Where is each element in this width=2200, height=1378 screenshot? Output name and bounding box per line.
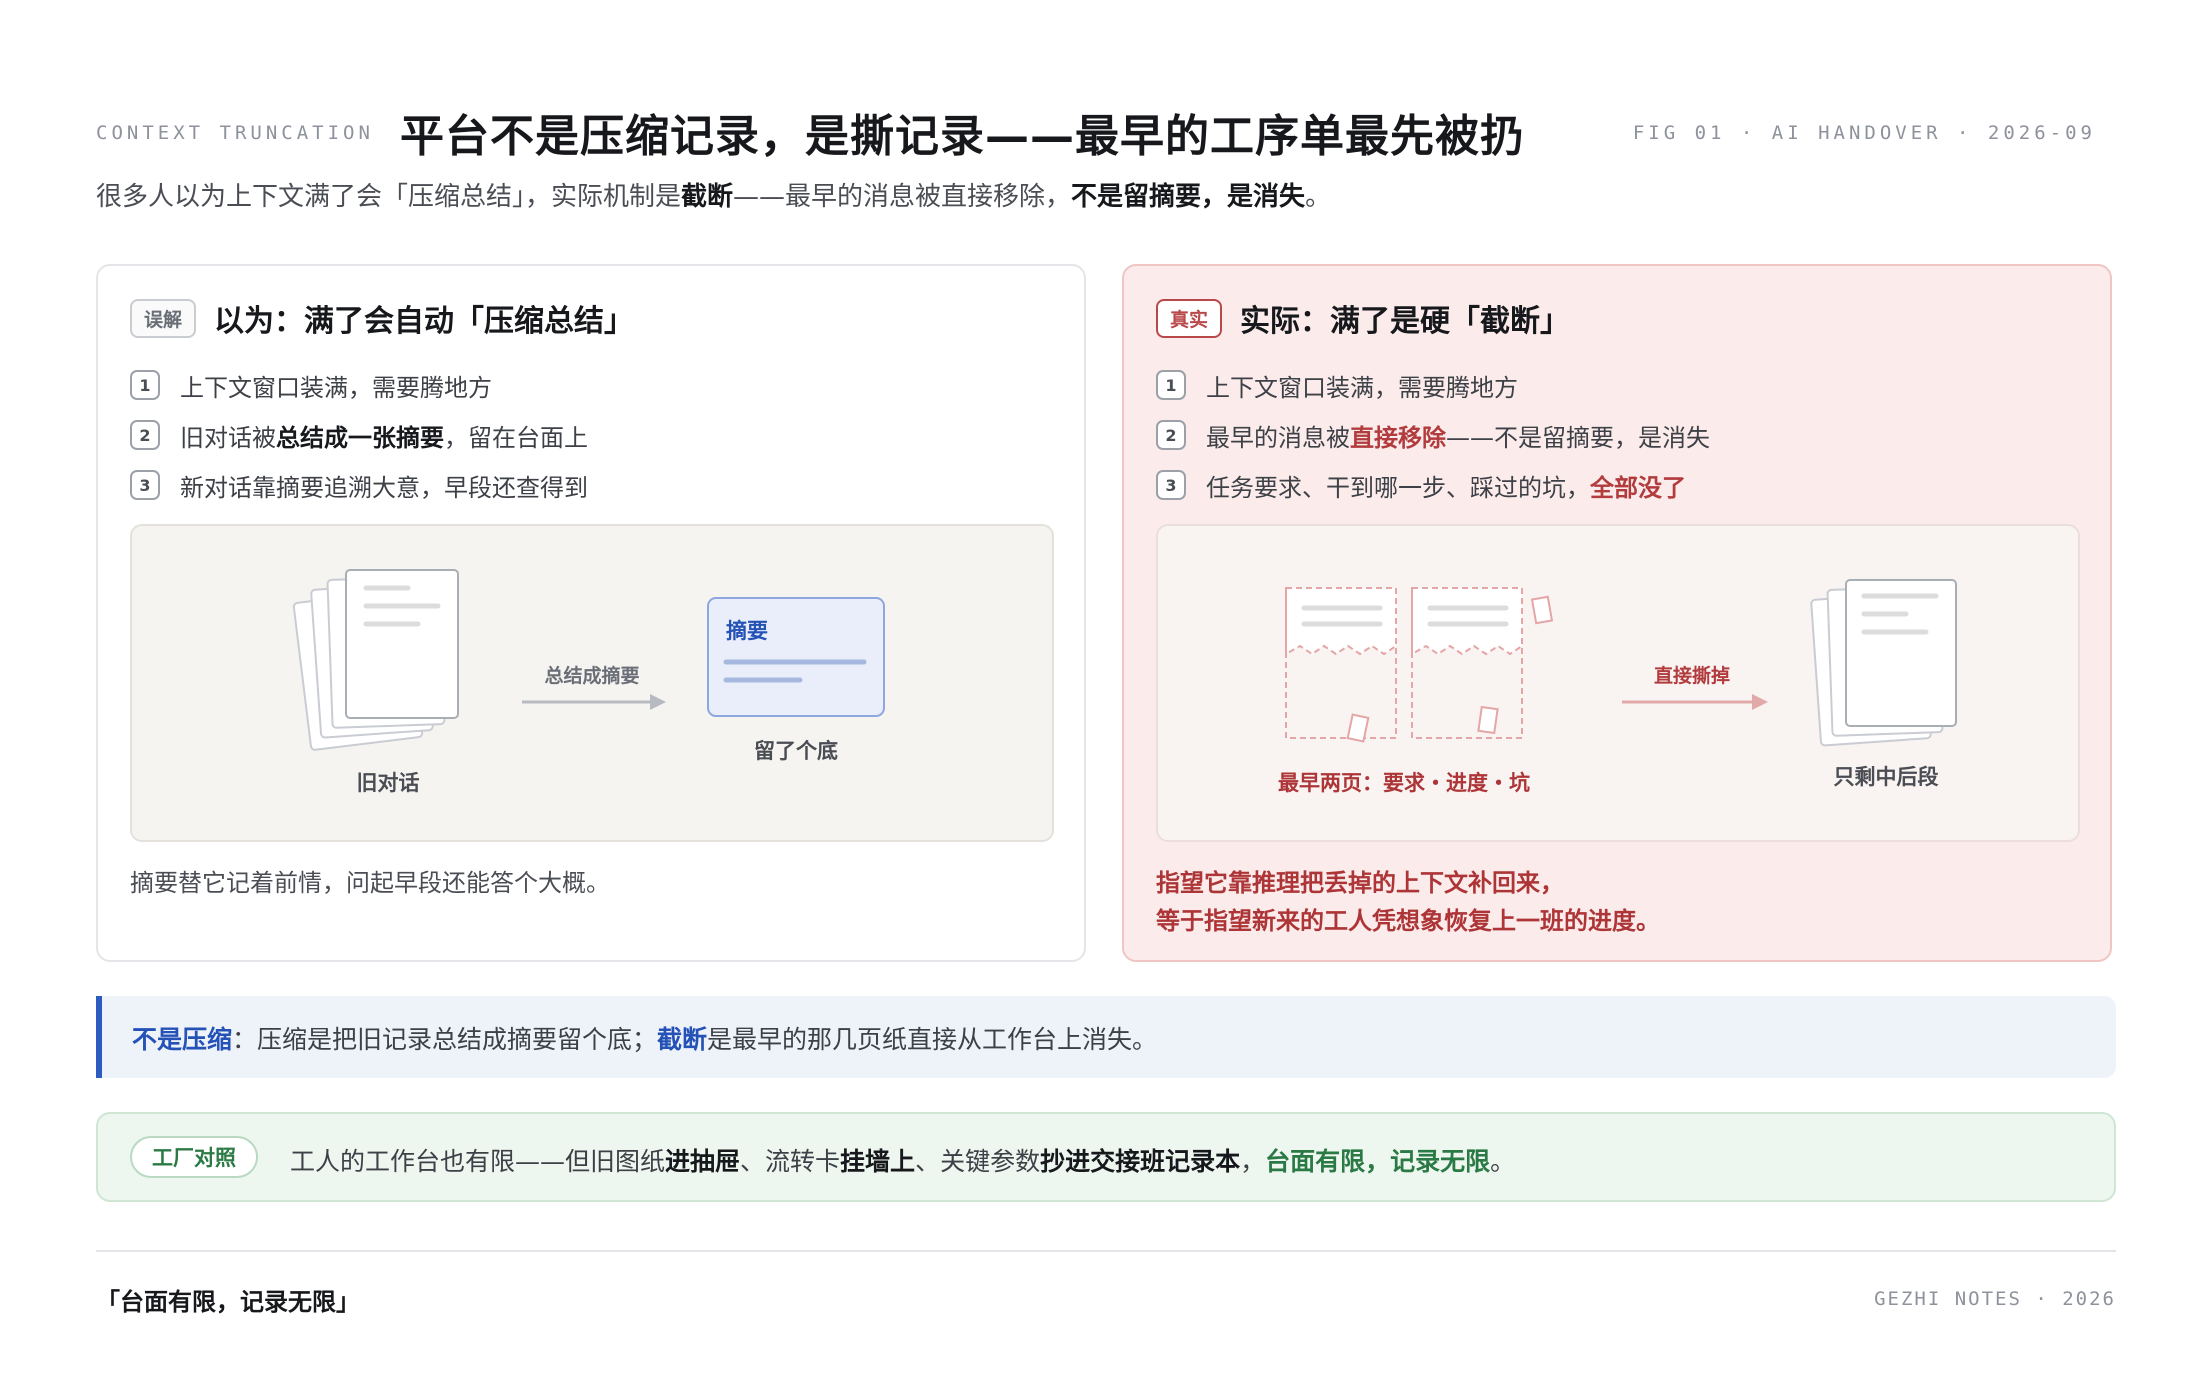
torn-page-icon [1285, 587, 1397, 743]
footer-motto: 「台面有限，记录无限」 [96, 1288, 360, 1316]
reality-tag: 真实 [1156, 298, 1223, 338]
callout-part: 是最早的那几页纸直接从工作台上消失。 [707, 1025, 1158, 1054]
step-text: 任务要求、干到哪一步、踩过的坑，全部没了 [1206, 468, 1686, 503]
factory-part: 、流转卡 [740, 1147, 841, 1176]
panel-note: 指望它靠推理把丢掉的上下文补回来， 等于指望新来的工人凭想象恢复上一班的进度。 [1156, 864, 1660, 940]
summary-card-icon [707, 597, 885, 717]
header: CONTEXT TRUNCATION 平台不是压缩记录，是撕记录——最早的工序单… [96, 100, 2096, 162]
note-line: 指望它靠推理把丢掉的上下文补回来， [1156, 869, 1564, 897]
panel-header: 误解 以为：满了会自动「压缩总结」 [130, 298, 635, 339]
step-text-bold: 全部没了 [1590, 473, 1686, 502]
factory-part: 、关键参数 [915, 1147, 1041, 1176]
step-number: 2 [1156, 420, 1186, 450]
old-conversation-stack-icon [292, 569, 459, 751]
torn-pages-label: 最早两页：要求・进度・坑 [1278, 771, 1530, 795]
step-text-bold: 总结成一张摘要 [276, 423, 444, 452]
figure-code: FIG 01 · AI HANDOVER · 2026-09 [1632, 122, 2096, 144]
factory-highlight: 台面有限，记录无限 [1265, 1147, 1491, 1176]
factory-bold: 挂墙上 [840, 1147, 916, 1176]
subtitle-part: 很多人以为上下文满了会「压缩总结」，实际机制是 [96, 182, 682, 212]
subtitle-bold: 截断 [681, 182, 734, 212]
step-number: 3 [130, 470, 160, 500]
reality-panel: 真实 实际：满了是硬「截断」 1 上下文窗口装满，需要腾地方 2 最早的消息被直… [1122, 264, 2112, 962]
step-text: 新对话靠摘要追溯大意，早段还查得到 [180, 473, 588, 502]
step-item: 3 新对话靠摘要追溯大意，早段还查得到 [130, 460, 588, 510]
factory-analogy-callout: 工厂对照 工人的工作台也有限——但旧图纸进抽屉、流转卡挂墙上、关键参数抄进交接班… [96, 1112, 2116, 1202]
arrow-right-icon [522, 694, 666, 710]
factory-part: 。 [1490, 1147, 1516, 1176]
factory-text: 工人的工作台也有限——但旧图纸进抽屉、流转卡挂墙上、关键参数抄进交接班记录本，台… [290, 1142, 1515, 1178]
factory-part: 工人的工作台也有限——但旧图纸 [290, 1147, 666, 1176]
compression-illustration: 旧对话 总结成摘要 摘要 留了个底 [130, 524, 1054, 842]
torn-page-icon [1411, 587, 1554, 739]
summary-card-label: 留了个底 [754, 739, 838, 763]
arrow-label: 直接撕掉 [1654, 664, 1730, 687]
page-title: 平台不是压缩记录，是撕记录——最早的工序单最先被扔 [400, 111, 1525, 162]
step-number: 2 [130, 420, 160, 450]
subtitle-bold: 不是留摘要，是消失 [1071, 182, 1306, 212]
subtitle-part: 。 [1305, 182, 1332, 212]
misconception-tag: 误解 [130, 298, 197, 338]
callout-bold: 不是压缩 [132, 1025, 233, 1054]
panel-header: 真实 实际：满了是硬「截断」 [1156, 298, 1571, 339]
callout-part: ：压缩是把旧记录总结成摘要留个底； [232, 1025, 658, 1054]
truncation-illustration: 最早两页：要求・进度・坑 直接撕掉 只剩中后段 [1156, 524, 2080, 842]
step-text-post: ——不是留摘要，是消失 [1446, 423, 1710, 452]
note-line: 等于指望新来的工人凭想象恢复上一班的进度。 [1156, 907, 1660, 935]
subtitle-part: ——最早的消息被直接移除， [733, 182, 1072, 212]
truncation-diagram: 最早两页：要求・进度・坑 直接撕掉 只剩中后段 [1278, 579, 1957, 795]
remaining-pages-label: 只剩中后段 [1834, 765, 1939, 789]
step-text: 旧对话被总结成一张摘要，留在台面上 [180, 418, 588, 453]
step-text-bold: 直接移除 [1350, 423, 1446, 452]
page-subtitle: 很多人以为上下文满了会「压缩总结」，实际机制是截断——最早的消息被直接移除，不是… [96, 176, 1331, 213]
step-text: 最早的消息被直接移除——不是留摘要，是消失 [1206, 418, 1710, 453]
factory-bold: 进抽屉 [665, 1147, 741, 1176]
factory-bold: 抄进交接班记录本 [1040, 1147, 1241, 1176]
step-item: 2 旧对话被总结成一张摘要，留在台面上 [130, 410, 588, 460]
remaining-pages-stack-icon [1810, 579, 1957, 747]
step-item: 3 任务要求、干到哪一步、踩过的坑，全部没了 [1156, 460, 1710, 510]
step-number: 1 [130, 370, 160, 400]
step-item: 1 上下文窗口装满，需要腾地方 [1156, 360, 1710, 410]
arrow-right-icon [1622, 694, 1768, 710]
step-list: 1 上下文窗口装满，需要腾地方 2 旧对话被总结成一张摘要，留在台面上 3 新对… [130, 360, 588, 510]
factory-part: ， [1240, 1147, 1266, 1176]
definition-callout: 不是压缩：压缩是把旧记录总结成摘要留个底；截断是最早的那几页纸直接从工作台上消失… [96, 996, 2116, 1078]
callout-text: 不是压缩：压缩是把旧记录总结成摘要留个底；截断是最早的那几页纸直接从工作台上消失… [132, 1020, 1157, 1056]
step-list: 1 上下文窗口装满，需要腾地方 2 最早的消息被直接移除——不是留摘要，是消失 … [1156, 360, 1710, 510]
panel-note: 摘要替它记着前情，问起早段还能答个大概。 [130, 869, 610, 897]
summary-card-title: 摘要 [726, 619, 768, 643]
panel-title: 实际：满了是硬「截断」 [1240, 304, 1571, 339]
footer-divider [96, 1250, 2116, 1252]
panel-title: 以为：满了会自动「压缩总结」 [214, 304, 635, 339]
stack-label: 旧对话 [357, 771, 420, 795]
step-text-post: ，留在台面上 [444, 423, 588, 452]
step-text-pre: 旧对话被 [180, 423, 276, 452]
step-item: 1 上下文窗口装满，需要腾地方 [130, 360, 588, 410]
arrow-label: 总结成摘要 [544, 664, 639, 687]
misconception-panel: 误解 以为：满了会自动「压缩总结」 1 上下文窗口装满，需要腾地方 2 旧对话被… [96, 264, 1086, 962]
step-number: 1 [1156, 370, 1186, 400]
factory-tag: 工厂对照 [130, 1136, 258, 1178]
step-text: 上下文窗口装满，需要腾地方 [180, 373, 492, 402]
kicker-label: CONTEXT TRUNCATION [96, 122, 374, 144]
step-text-pre: 最早的消息被 [1206, 423, 1350, 452]
footer-brand: GEZHI NOTES · 2026 [1874, 1288, 2116, 1310]
compression-diagram: 旧对话 总结成摘要 摘要 留了个底 [292, 569, 885, 795]
step-number: 3 [1156, 470, 1186, 500]
step-text-pre: 任务要求、干到哪一步、踩过的坑， [1206, 473, 1590, 502]
callout-bold: 截断 [657, 1025, 708, 1054]
step-item: 2 最早的消息被直接移除——不是留摘要，是消失 [1156, 410, 1710, 460]
step-text: 上下文窗口装满，需要腾地方 [1206, 373, 1518, 402]
